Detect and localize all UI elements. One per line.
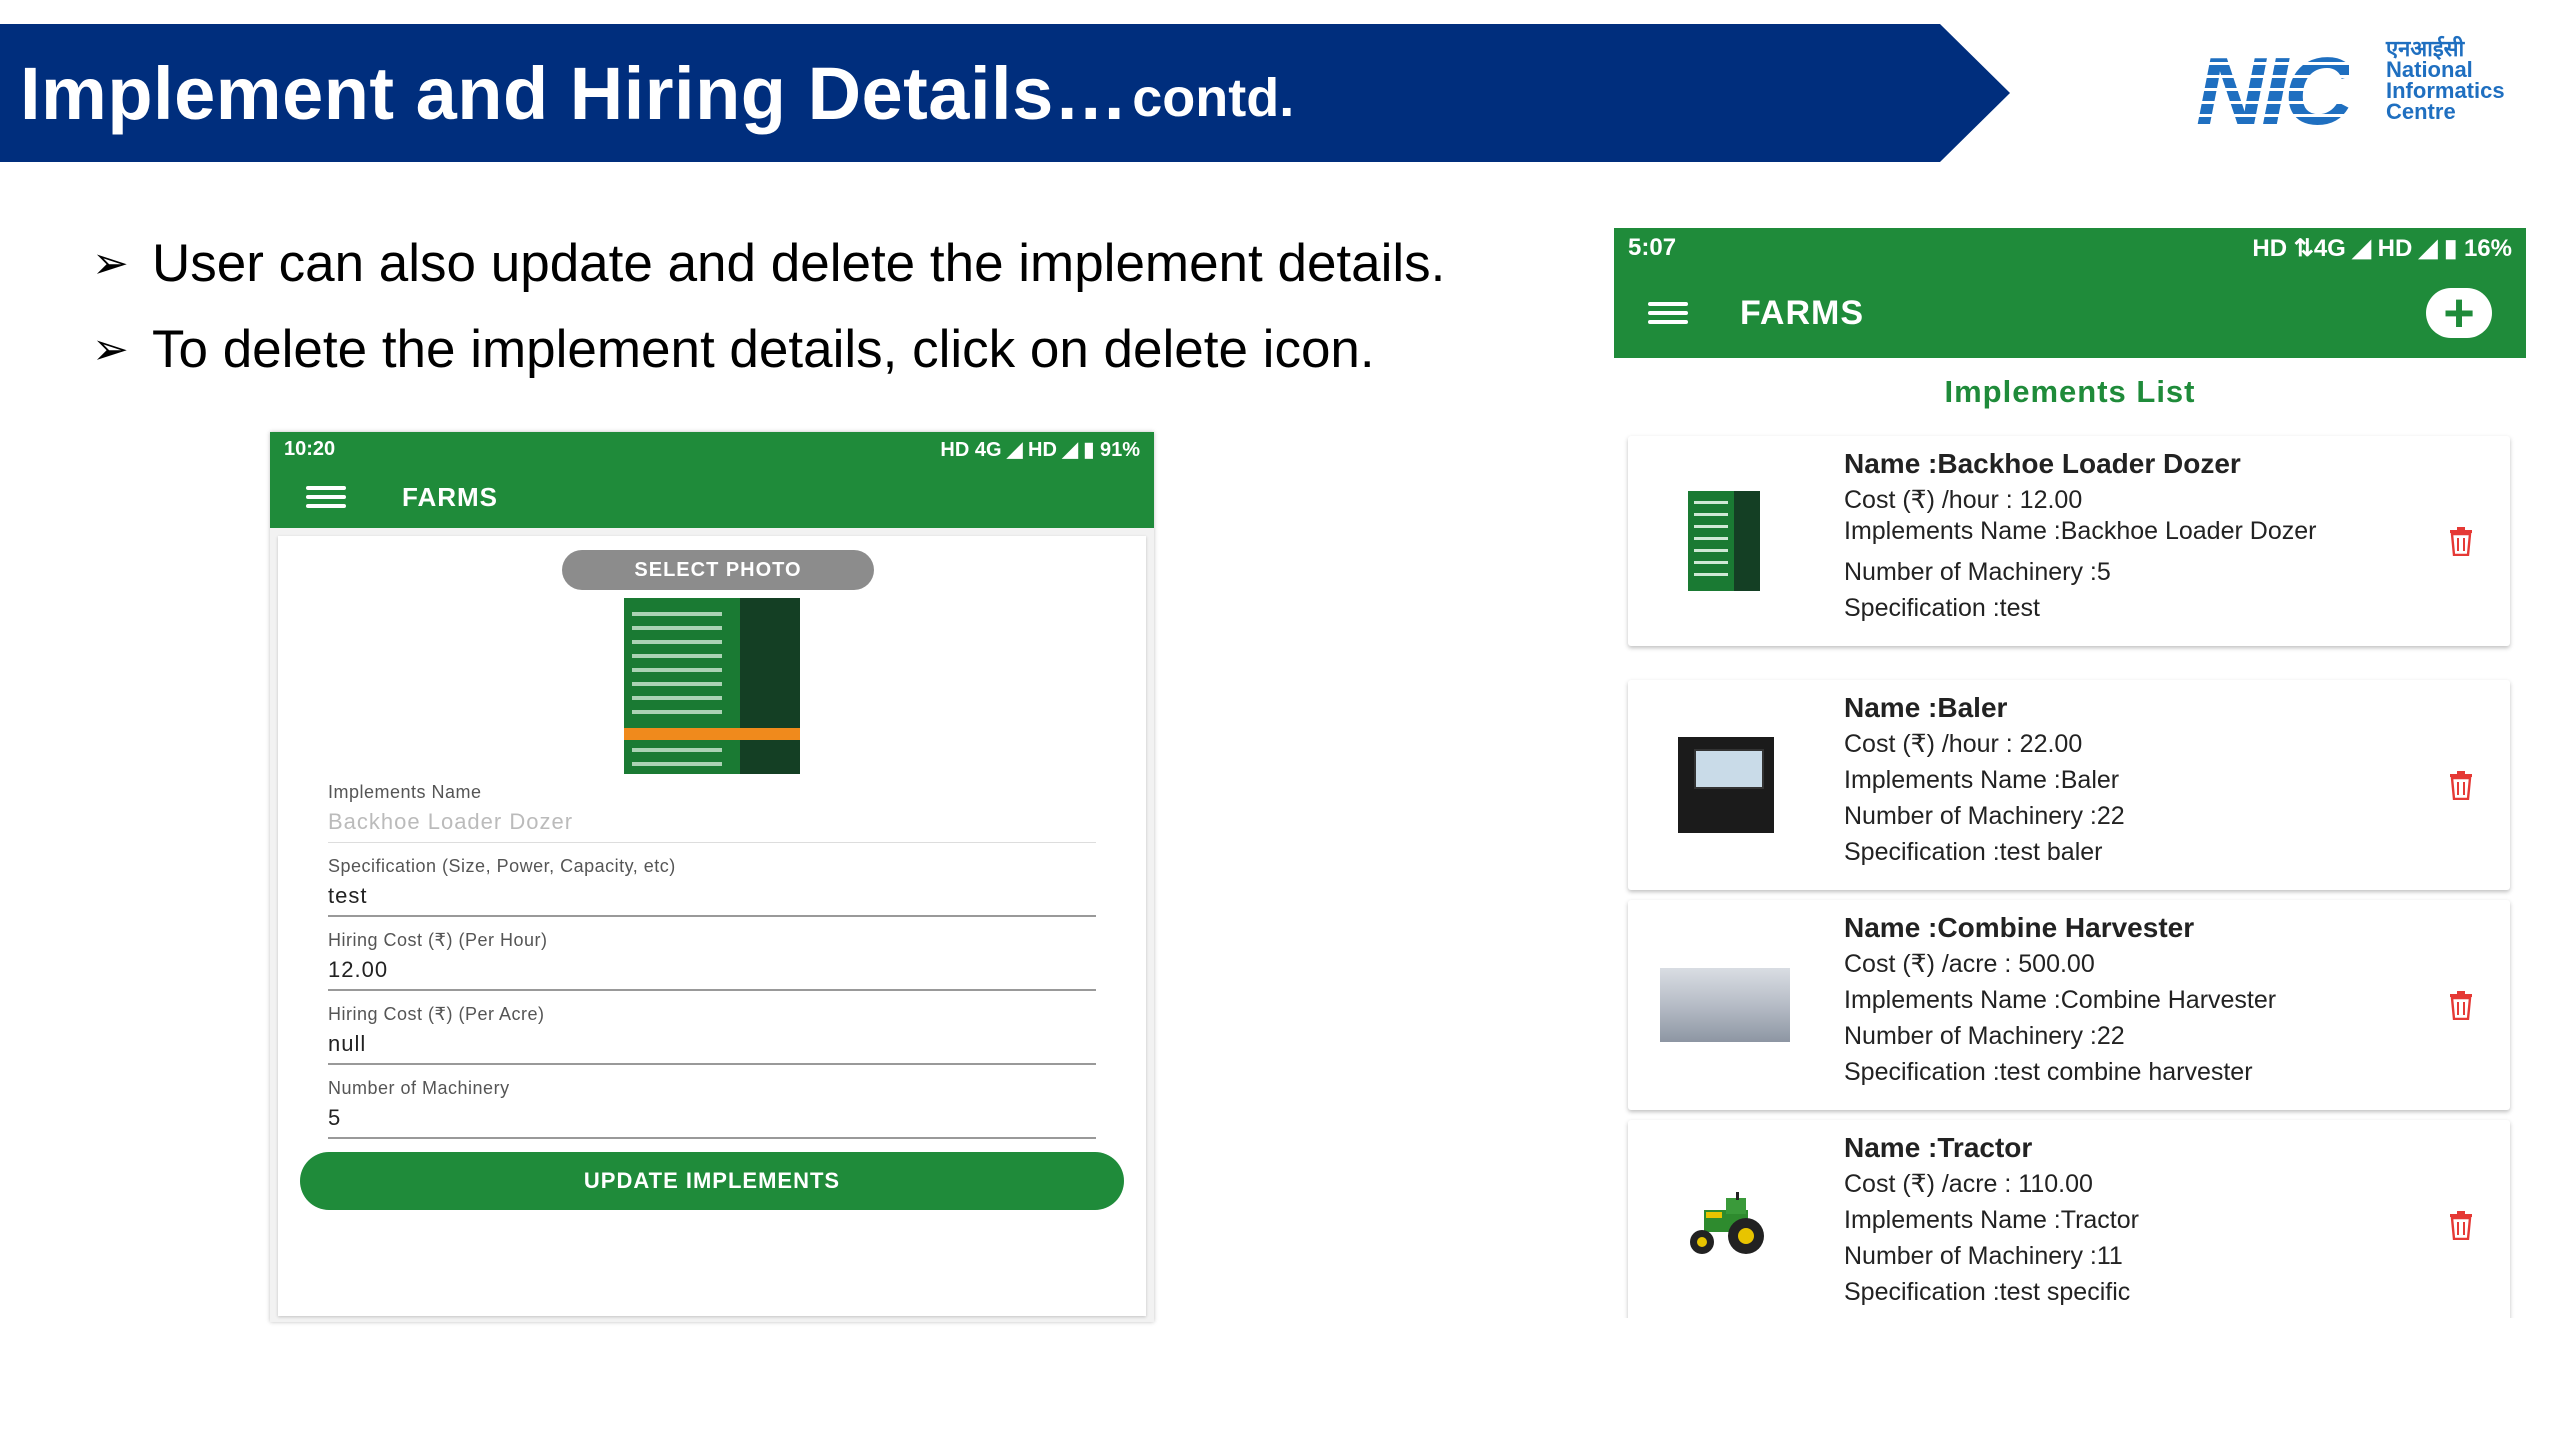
app-bar: FARMS [270,466,1154,528]
hiring-cost-acre-label: Hiring Cost (₹) (Per Acre) [328,1004,545,1024]
specification-label: Specification (Size, Power, Capacity, et… [328,856,676,876]
nic-logo-line3: Centre [2386,99,2456,124]
implement-machinery: Number of Machinery :5 [1844,558,2111,586]
specification-input[interactable]: test [328,883,1096,917]
implement-card[interactable]: Name :Baler Cost (₹) /hour : 22.00 Imple… [1628,680,2510,890]
hiring-cost-hour-field: Hiring Cost (₹) (Per Hour) 12.00 [328,930,1096,991]
nic-logo: NIC एनआईसी National Informatics Centre [2196,36,2526,140]
implement-specification: Specification :test combine harvester [1844,1058,2253,1086]
implement-thumbnail [1688,491,1760,591]
slide-title: Implement and Hiring Details… contd. [20,24,1294,162]
nic-logo-text: एनआईसी National Informatics Centre [2386,36,2505,124]
implement-card[interactable]: Name :Tractor Cost (₹) /acre : 110.00 Im… [1628,1120,2510,1318]
bullet-text: To delete the implement details, click o… [152,319,1375,379]
machinery-count-label: Number of Machinery [328,1078,510,1098]
bullet-item: ➢ To delete the implement details, click… [92,306,1445,392]
machinery-count-input[interactable]: 5 [328,1105,1096,1139]
implement-thumbnail [1678,737,1774,833]
hiring-cost-acre-input[interactable]: null [328,1031,1096,1065]
implement-cost: Cost (₹) /hour : 12.00 [1844,486,2083,514]
implements-name-field: Implements Name Backhoe Loader Dozer [328,782,1096,843]
menu-icon[interactable] [1648,297,1688,329]
status-bar: 5:07 HD ⇅4G ◢ HD ◢ ▮ 16% [1614,228,2526,268]
implements-list-screenshot: 5:07 HD ⇅4G ◢ HD ◢ ▮ 16% FARMS + Impleme… [1614,228,2526,1318]
implement-photo [624,598,800,774]
implements-name-input[interactable]: Backhoe Loader Dozer [328,809,1096,843]
delete-icon[interactable] [2448,990,2474,1020]
implement-thumbnail [1660,968,1790,1042]
hiring-cost-hour-input[interactable]: 12.00 [328,957,1096,991]
app-bar: FARMS + [1614,268,2526,358]
nic-logo-letters: NIC [2196,38,2353,145]
implement-machinery: Number of Machinery :22 [1844,1022,2125,1050]
bullet-arrow-icon: ➢ [92,324,129,374]
implement-implements-name: Implements Name :Tractor [1844,1206,2139,1234]
bullet-list: ➢ User can also update and delete the im… [92,220,1445,392]
implement-specification: Specification :test [1844,594,2040,622]
status-indicators: HD ⇅4G ◢ HD ◢ ▮ 16% [2252,234,2512,262]
bullet-arrow-icon: ➢ [92,238,129,288]
status-indicators: HD 4G ◢ HD ◢ ▮ 91% [940,438,1140,461]
update-implements-button[interactable]: UPDATE IMPLEMENTS [300,1152,1124,1210]
implement-specification: Specification :test specific [1844,1278,2131,1306]
implements-name-label: Implements Name [328,782,482,802]
nic-logo-line2: Informatics [2386,78,2505,103]
hiring-cost-hour-label: Hiring Cost (₹) (Per Hour) [328,930,548,950]
delete-icon[interactable] [2448,526,2474,556]
hiring-cost-acre-field: Hiring Cost (₹) (Per Acre) null [328,1004,1096,1065]
implement-implements-name: Implements Name :Combine Harvester [1844,986,2277,1014]
status-bar: 10:20 HD 4G ◢ HD ◢ ▮ 91% [270,432,1154,466]
nic-logo-line1: National [2386,57,2473,82]
status-time: 10:20 [284,437,336,460]
implement-implements-name: Implements Name :Backhoe Loader Dozer [1844,517,2317,545]
implement-card[interactable]: Name :Backhoe Loader Dozer Cost (₹) /hou… [1628,436,2510,646]
status-time: 5:07 [1628,234,1677,261]
implement-name: Name :Backhoe Loader Dozer [1844,448,2241,479]
implement-cost: Cost (₹) /hour : 22.00 [1844,730,2083,758]
implement-info: Name :Combine Harvester Cost (₹) /acre :… [1844,910,2404,1090]
implement-info: Name :Baler Cost (₹) /hour : 22.00 Imple… [1844,690,2404,870]
bullet-item: ➢ User can also update and delete the im… [92,220,1445,306]
menu-icon[interactable] [306,481,346,513]
add-implement-button[interactable]: + [2426,286,2492,340]
app-title: FARMS [1740,293,1864,332]
implement-name: Name :Baler [1844,692,2008,723]
update-form-screenshot: 10:20 HD 4G ◢ HD ◢ ▮ 91% FARMS SELECT PH… [270,432,1154,1322]
app-title: FARMS [402,481,498,512]
bullet-text: User can also update and delete the impl… [152,233,1446,293]
implement-name: Name :Combine Harvester [1844,912,2195,943]
implement-info: Name :Tractor Cost (₹) /acre : 110.00 Im… [1844,1130,2404,1310]
implement-specification: Specification :test baler [1844,838,2103,866]
delete-icon[interactable] [2448,1210,2474,1240]
implement-info: Name :Backhoe Loader Dozer Cost (₹) /hou… [1844,446,2404,626]
implement-name: Name :Tractor [1844,1132,2033,1163]
implement-machinery: Number of Machinery :11 [1844,1242,2123,1270]
implement-cost: Cost (₹) /acre : 110.00 [1844,1170,2093,1198]
implement-implements-name: Implements Name :Baler [1844,766,2120,794]
slide-title-main: Implement and Hiring Details… [20,51,1129,135]
implement-cost: Cost (₹) /acre : 500.00 [1844,950,2095,978]
implement-machinery: Number of Machinery :22 [1844,802,2125,830]
select-photo-button[interactable]: SELECT PHOTO [562,550,874,590]
implement-thumbnail [1690,1192,1764,1254]
implement-card[interactable]: Name :Combine Harvester Cost (₹) /acre :… [1628,900,2510,1110]
specification-field: Specification (Size, Power, Capacity, et… [328,856,1096,917]
list-title: Implements List [1944,374,2196,409]
nic-logo-hindi: एनआईसी [2386,36,2465,61]
delete-icon[interactable] [2448,770,2474,800]
implement-form: SELECT PHOTO Implements Name Backhoe Loa… [278,536,1146,1316]
machinery-count-field: Number of Machinery 5 [328,1078,1096,1139]
slide-title-suffix: contd. [1132,68,1295,128]
